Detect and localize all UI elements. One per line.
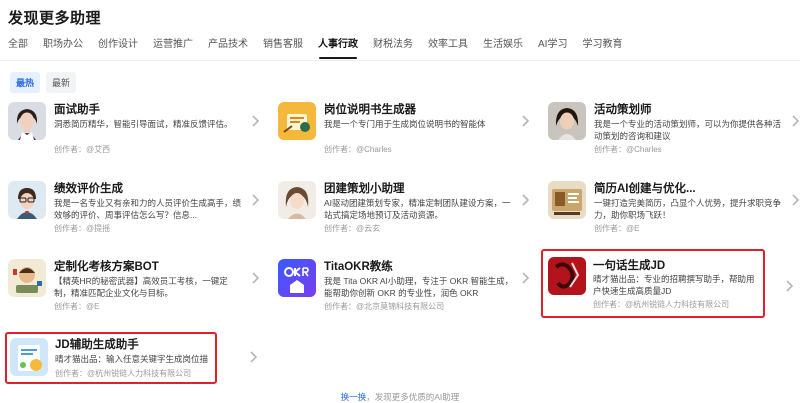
page-title: 发现更多助理: [8, 10, 102, 27]
card-author: 创作者：@Charles: [324, 145, 392, 154]
card-author: 创作者：@云玄: [324, 224, 381, 233]
card-description: AI驱动团建策划专家，精准定制团队建设方案，一站式搞定场地预订及活动资源。: [324, 198, 511, 220]
tab-efficiency-tools[interactable]: 效率工具: [428, 36, 468, 62]
one-sentence-jd-avatar: [548, 257, 586, 295]
card-author: 创作者：@北京莫锦科技有限公司: [324, 302, 445, 311]
assistant-card-assessment-bot[interactable]: 定制化考核方案BOT 【精英HR的秘密武器】高效员工考核，一键定制，精准匹配企业…: [4, 255, 266, 327]
tab-lifestyle[interactable]: 生活娱乐: [483, 36, 523, 62]
card-title: 绩效评价生成: [54, 183, 123, 195]
card-description: 【精英HR的秘密武器】高效员工考核，一键定制，精准匹配企业文化与目标。: [54, 276, 228, 298]
tab-tax-legal[interactable]: 财税法务: [373, 36, 413, 62]
card-author: 创作者：@Charles: [594, 145, 662, 154]
card-author: 创作者：@E: [54, 302, 100, 311]
card-description: 晴才猫出品：输入任意关键字生成岗位描述。: [55, 354, 209, 364]
card-author: 创作者：@杭州锐链人力科技有限公司: [593, 300, 730, 309]
team-building-avatar: [278, 181, 316, 219]
filter-hot[interactable]: 最热: [10, 72, 41, 93]
assistant-card-jd-helper[interactable]: JD辅助生成助手 晴才猫出品：输入任意关键字生成岗位描述。 创作者：@杭州锐链人…: [5, 332, 217, 384]
footer-refresh: 换一换，发现更多优质的AI助理: [0, 391, 800, 403]
assistant-card-resume-ai[interactable]: 简历AI创建与优化... 一键打造完美简历，凸显个人优势，提升求职竞争力，助你职…: [544, 177, 800, 249]
assistant-card-one-sentence-jd[interactable]: 一句话生成JD 晴才猫出品：专业的招聘撰写助手，帮助用户快速生成高质量JD 创作…: [541, 249, 765, 318]
jd-helper-avatar: [10, 338, 48, 376]
chevron-right-icon: [250, 114, 260, 128]
card-title: 简历AI创建与优化...: [594, 183, 696, 195]
footer-text: ，发现更多优质的AI助理: [366, 392, 460, 402]
job-description-avatar: [278, 102, 316, 140]
assistant-card-performance-review[interactable]: 绩效评价生成 我是一名专业又有亲和力的人员评价生成高手，绩效够的评价、周事评估怎…: [4, 177, 266, 249]
tab-education[interactable]: 学习教育: [582, 36, 622, 62]
event-planner-avatar: [548, 102, 586, 140]
chevron-right-icon: [790, 114, 800, 128]
chevron-right-icon: [790, 193, 800, 207]
card-description: 我是一名专业又有亲和力的人员评价生成高手，绩效够的评价、周事评估怎么写？信息..…: [54, 198, 242, 220]
tab-product-tech[interactable]: 产品技术: [208, 36, 248, 62]
tab-office[interactable]: 职场办公: [43, 36, 83, 62]
card-description: 我是一个专门用于生成岗位说明书的智能体: [324, 119, 486, 129]
card-title: 一句话生成JD: [593, 260, 666, 272]
assistant-card-job-description[interactable]: 岗位说明书生成器 我是一个专门用于生成岗位说明书的智能体 创作者：@Charle…: [274, 98, 536, 170]
tabs-divider: [0, 60, 800, 61]
chevron-right-icon: [250, 193, 260, 207]
assistant-card-tita-okr[interactable]: TitaOKR教练 我是 Tita OKR AI小助理，专注于 OKR 智能生成…: [274, 255, 536, 327]
sort-filters: 最热 最新: [10, 72, 77, 93]
tab-sales-service[interactable]: 销售客服: [263, 36, 303, 62]
resume-ai-avatar: [548, 181, 586, 219]
card-title: TitaOKR教练: [324, 261, 393, 273]
card-title: JD辅助生成助手: [55, 339, 139, 351]
tita-okr-avatar: [278, 259, 316, 297]
card-description: 我是 Tita OKR AI小助理，专注于 OKR 智能生成，能帮助你创新 OK…: [324, 276, 514, 298]
refresh-link[interactable]: 换一换: [341, 392, 367, 402]
chevron-right-icon: [248, 350, 258, 364]
category-tabs: 全部 职场办公 创作设计 运营推广 产品技术 销售客服 人事行政 财税法务 效率…: [8, 36, 637, 62]
card-title: 团建策划小助理: [324, 183, 405, 195]
chevron-right-icon: [250, 271, 260, 285]
card-description: 一键打造完美简历，凸显个人优势，提升求职竞争力，助你职场飞跃！: [594, 198, 782, 220]
card-description: 我是一个专业的活动策划师，可以为你提供各种活动策划的咨询和建议: [594, 119, 782, 141]
card-author: 创作者：@杭州锐链人力科技有限公司: [55, 369, 192, 378]
chevron-right-icon: [520, 193, 530, 207]
chevron-right-icon: [520, 271, 530, 285]
chevron-right-icon: [520, 114, 530, 128]
assistant-card-event-planner[interactable]: 活动策划师 我是一个专业的活动策划师，可以为你提供各种活动策划的咨询和建议 创作…: [544, 98, 800, 170]
card-description: 洞悉简历精华，智能引导面试，精准反馈评估。: [54, 119, 233, 129]
card-title: 定制化考核方案BOT: [54, 261, 159, 273]
tab-operations[interactable]: 运营推广: [153, 36, 193, 62]
card-author: 创作者：@艾西: [54, 145, 111, 154]
interview-assistant-avatar: [8, 102, 46, 140]
assistant-card-team-building[interactable]: 团建策划小助理 AI驱动团建策划专家，精准定制团队建设方案，一站式搞定场地预订及…: [274, 177, 536, 249]
card-title: 面试助手: [54, 104, 100, 116]
performance-review-avatar: [8, 181, 46, 219]
card-author: 创作者：@E: [594, 224, 640, 233]
filter-newest[interactable]: 最新: [46, 72, 77, 93]
tab-hr-admin[interactable]: 人事行政: [318, 36, 358, 62]
tab-ai-learning[interactable]: AI学习: [538, 36, 567, 62]
assistant-card-interview[interactable]: 面试助手 洞悉简历精华，智能引导面试，精准反馈评估。 创作者：@艾西: [4, 98, 266, 170]
tab-all[interactable]: 全部: [8, 36, 28, 62]
assessment-bot-avatar: [8, 259, 46, 297]
tab-creative-design[interactable]: 创作设计: [98, 36, 138, 62]
chevron-right-icon: [784, 279, 794, 293]
card-description: 晴才猫出品：专业的招聘撰写助手，帮助用户快速生成高质量JD: [593, 274, 755, 296]
card-title: 活动策划师: [594, 104, 652, 116]
card-author: 创作者：@提摇: [54, 224, 111, 233]
card-title: 岗位说明书生成器: [324, 104, 416, 116]
